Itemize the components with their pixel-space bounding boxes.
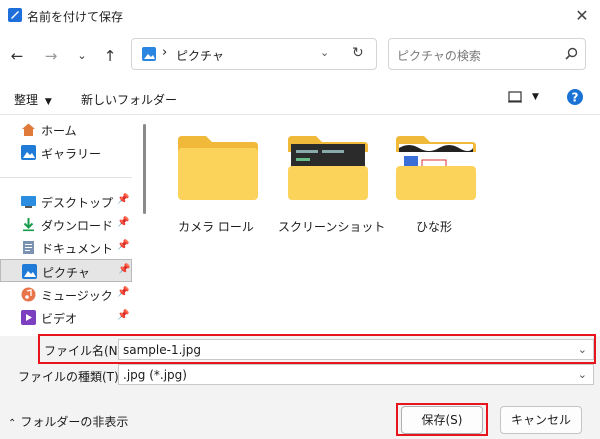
music-icon <box>21 287 36 302</box>
filename-value: sample-1.jpg <box>123 343 201 357</box>
back-icon[interactable]: ← <box>7 46 27 66</box>
filetype-select[interactable]: .jpg (*.jpg) ⌄ <box>118 364 594 385</box>
pin-icon[interactable]: 📌 <box>117 217 129 228</box>
organize-label: 整理 <box>14 93 39 107</box>
chevron-up-icon: ⌃ <box>8 418 17 429</box>
filetype-label: ファイルの種類(T): <box>18 370 123 384</box>
sidebar-item-videos[interactable]: ビデオ 📌 <box>0 306 132 329</box>
view-icon[interactable] <box>508 91 522 106</box>
pin-icon[interactable]: 📌 <box>117 240 129 251</box>
breadcrumb-separator: › <box>162 45 168 60</box>
save-button[interactable]: 保存(S) <box>401 406 483 434</box>
folder-icon <box>178 136 258 200</box>
view-dropdown-icon[interactable]: ▼ <box>532 92 539 102</box>
toolbar-divider <box>0 114 600 115</box>
sidebar-item-gallery[interactable]: ギャラリー <box>0 141 132 164</box>
pin-icon[interactable]: 📌 <box>117 194 129 205</box>
new-folder-button[interactable]: 新しいフォルダー <box>81 91 177 108</box>
organize-dropdown-icon: ▼ <box>44 97 52 107</box>
pin-icon[interactable]: 📌 <box>117 287 129 298</box>
chevron-down-icon[interactable]: ⌄ <box>72 46 92 66</box>
organize-button[interactable]: 整理 ▼ <box>14 91 52 108</box>
folder-screenshots[interactable]: スクリーンショット <box>278 126 385 236</box>
hide-folders-label: フォルダーの非表示 <box>20 415 129 429</box>
chevron-down-icon[interactable]: ⌄ <box>578 343 587 356</box>
download-icon <box>21 217 36 232</box>
forward-icon[interactable]: → <box>41 46 61 66</box>
window-title: 名前を付けて保存 <box>27 10 124 24</box>
refresh-icon[interactable]: ↻ <box>352 45 364 61</box>
sidebar-item-pictures[interactable]: ピクチャ 📌 <box>0 259 132 282</box>
folder-icon <box>396 136 476 200</box>
hide-folders-button[interactable]: ⌃ フォルダーの非表示 <box>8 413 128 430</box>
pin-icon[interactable]: 📌 <box>118 264 130 275</box>
breadcrumb-current[interactable]: ピクチャ <box>176 47 224 64</box>
address-dropdown-icon[interactable]: ⌄ <box>320 46 329 59</box>
desktop-icon <box>21 194 36 209</box>
pin-icon[interactable]: 📌 <box>117 310 129 321</box>
video-icon <box>21 310 36 325</box>
sidebar-item-desktop[interactable]: デスクトップ 📌 <box>0 190 132 213</box>
sidebar-divider <box>0 177 132 178</box>
chevron-down-icon[interactable]: ⌄ <box>578 368 587 381</box>
sidebar-item-home[interactable]: ホーム <box>0 118 132 141</box>
filename-label: ファイル名(N): <box>44 344 127 358</box>
search-icon[interactable] <box>565 47 578 63</box>
folder-icon <box>288 136 368 200</box>
address-bar[interactable]: › ピクチャ ⌄ ↻ <box>131 38 377 70</box>
close-icon[interactable]: ✕ <box>572 6 592 26</box>
sidebar-item-downloads[interactable]: ダウンロード 📌 <box>0 213 132 236</box>
sidebar-scrollbar[interactable] <box>143 124 146 214</box>
folder-templates[interactable]: ひな形 <box>386 126 482 236</box>
cancel-button[interactable]: キャンセル <box>500 406 582 434</box>
sidebar-item-music[interactable]: ミュージック 📌 <box>0 283 132 306</box>
help-icon[interactable]: ? <box>567 89 583 108</box>
up-icon[interactable]: ↑ <box>100 46 120 66</box>
pictures-icon <box>22 264 37 279</box>
filetype-value: .jpg (*.jpg) <box>123 368 187 382</box>
search-box[interactable]: ピクチャの検索 <box>388 38 586 70</box>
document-icon <box>21 240 36 255</box>
pictures-icon <box>142 47 156 64</box>
sidebar-item-documents[interactable]: ドキュメント 📌 <box>0 236 132 259</box>
svg-text:?: ? <box>572 91 579 105</box>
folder-camera-roll[interactable]: カメラ ロール <box>168 126 264 236</box>
gallery-icon <box>21 145 36 160</box>
filename-input[interactable]: sample-1.jpg ⌄ <box>118 339 594 360</box>
home-icon <box>21 122 36 137</box>
search-input[interactable]: ピクチャの検索 <box>397 47 481 64</box>
app-icon <box>8 8 22 22</box>
